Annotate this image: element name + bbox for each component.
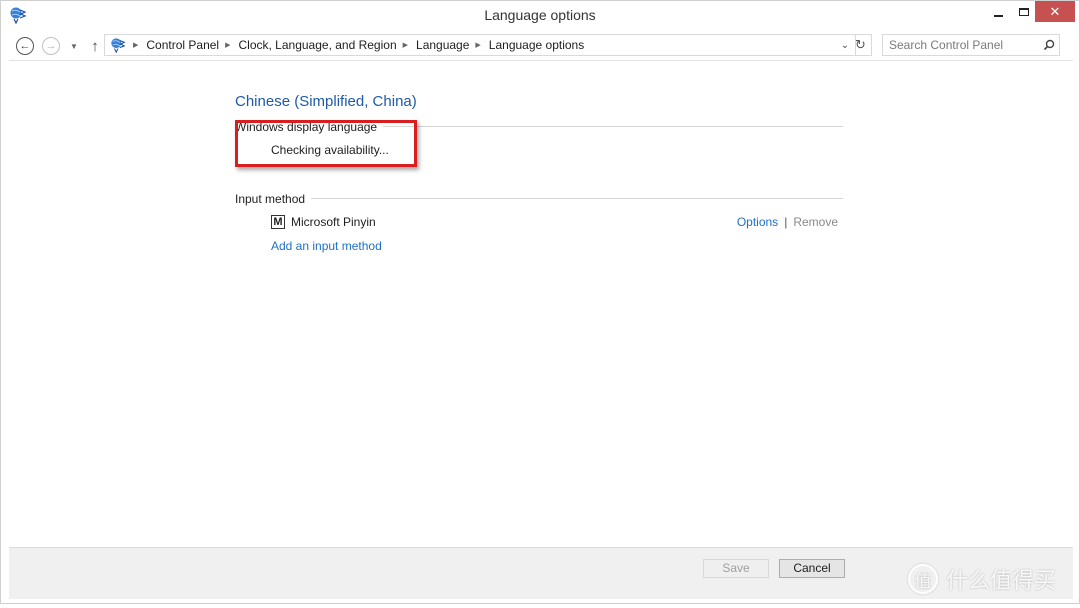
breadcrumb-clock-language-region[interactable]: Clock, Language, and Region	[239, 38, 397, 52]
breadcrumb-language-options[interactable]: Language options	[489, 38, 584, 52]
address-bar[interactable]: ▶ Control Panel ▶ Clock, Language, and R…	[104, 34, 856, 56]
minimize-icon	[993, 14, 1003, 17]
footer-bar: Save Cancel	[9, 547, 1073, 599]
refresh-icon: ↻	[855, 37, 866, 52]
minimize-button[interactable]	[985, 1, 1011, 22]
save-button[interactable]: Save	[703, 559, 769, 578]
language-options-window: Language options ✕ ← → ▼ ↑ ▶ Control Pan…	[0, 0, 1080, 604]
breadcrumb-separator-icon[interactable]: ▶	[133, 41, 138, 49]
forward-arrow-icon: →	[42, 37, 60, 55]
breadcrumb-separator-icon[interactable]: ▶	[403, 41, 408, 49]
input-method-name: Microsoft Pinyin	[291, 215, 376, 229]
chevron-down-icon: ⌄	[840, 39, 850, 51]
close-button[interactable]: ✕	[1035, 1, 1075, 22]
add-input-method-link[interactable]: Add an input method	[271, 239, 382, 253]
back-arrow-icon: ←	[16, 37, 34, 55]
keyboard-layout-icon: M	[271, 215, 285, 229]
breadcrumb-language[interactable]: Language	[416, 38, 469, 52]
search-input[interactable]	[883, 38, 1039, 52]
navigation-bar: ← → ▼ ↑ ▶ Control Panel ▶ Clock, Languag…	[9, 31, 1073, 61]
availability-status: Checking availability...	[271, 143, 389, 157]
link-separator: |	[784, 215, 788, 229]
options-link[interactable]: Options	[737, 215, 778, 229]
chevron-down-icon: ▼	[70, 41, 78, 51]
cancel-button[interactable]: Cancel	[779, 559, 845, 578]
search-icon[interactable]	[1039, 39, 1059, 51]
breadcrumb-separator-icon[interactable]: ▶	[475, 41, 480, 49]
section-divider	[235, 198, 843, 199]
input-method-item: M Microsoft Pinyin	[271, 215, 376, 229]
forward-button[interactable]: →	[41, 36, 61, 56]
up-arrow-icon: ↑	[91, 37, 99, 55]
maximize-button[interactable]	[1011, 1, 1037, 22]
control-panel-globe-icon	[111, 38, 126, 53]
up-button[interactable]: ↑	[85, 36, 105, 56]
recent-locations-button[interactable]: ▼	[64, 36, 84, 56]
maximize-icon	[1019, 7, 1029, 16]
title-bar: Language options ✕	[1, 1, 1079, 29]
search-box[interactable]	[882, 34, 1060, 56]
language-title: Chinese (Simplified, China)	[235, 93, 417, 110]
refresh-button[interactable]: ↻	[850, 34, 872, 56]
main-content: Chinese (Simplified, China) Windows disp…	[9, 65, 1073, 547]
breadcrumb-separator-icon[interactable]: ▶	[225, 41, 230, 49]
magnifier-icon	[1043, 39, 1055, 51]
input-method-heading: Input method	[235, 192, 312, 206]
window-title: Language options	[484, 7, 596, 23]
remove-link[interactable]: Remove	[793, 215, 838, 229]
close-icon: ✕	[1049, 4, 1061, 19]
breadcrumb-control-panel[interactable]: Control Panel	[146, 38, 219, 52]
input-method-actions: Options | Remove	[737, 215, 838, 229]
display-language-heading: Windows display language	[235, 120, 384, 134]
back-button[interactable]: ←	[15, 36, 35, 56]
